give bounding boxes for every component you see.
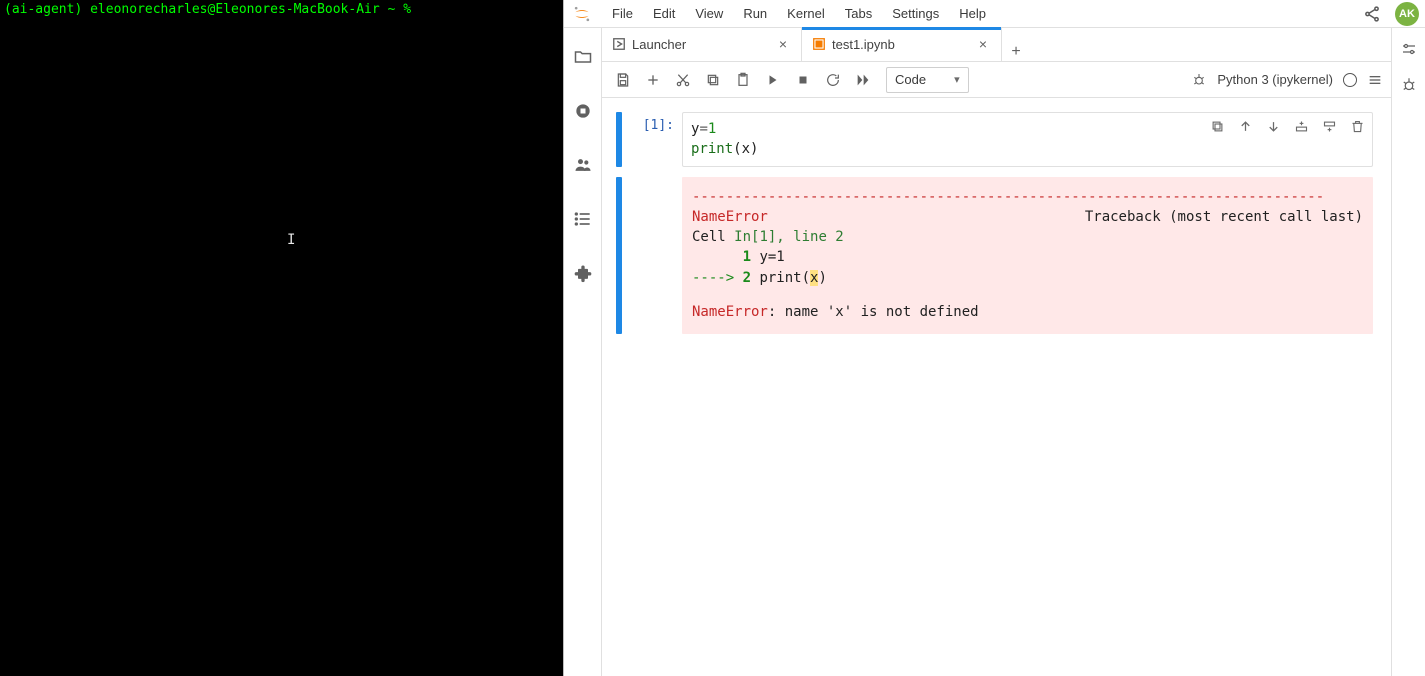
- menu-file[interactable]: File: [604, 3, 641, 24]
- jupyter-logo-icon[interactable]: [570, 2, 594, 26]
- interrupt-button[interactable]: [790, 67, 816, 93]
- toc-icon[interactable]: [572, 208, 594, 230]
- paste-button[interactable]: [730, 67, 756, 93]
- insert-below-icon[interactable]: [1320, 117, 1338, 135]
- delete-cell-icon[interactable]: [1348, 117, 1366, 135]
- tb-lineno: 2: [743, 270, 751, 286]
- code-token: (x): [733, 141, 758, 157]
- jupyter-app: File Edit View Run Kernel Tabs Settings …: [563, 0, 1425, 676]
- menu-kernel[interactable]: Kernel: [779, 3, 833, 24]
- insert-above-icon[interactable]: [1292, 117, 1310, 135]
- tb-lineno: 1: [743, 249, 751, 265]
- traceback-divider: ----------------------------------------…: [692, 187, 1363, 207]
- property-inspector-icon[interactable]: [1398, 38, 1420, 60]
- cell-gutter: [616, 177, 622, 335]
- copy-button[interactable]: [700, 67, 726, 93]
- execution-prompt: [1]:: [626, 112, 682, 167]
- left-activity-bar: [564, 28, 602, 676]
- restart-run-all-button[interactable]: [850, 67, 876, 93]
- tab-close-icon[interactable]: ×: [775, 36, 791, 52]
- tb-arrow: ---->: [692, 270, 743, 286]
- error-final-name: NameError: [692, 304, 768, 320]
- output-cell: ----------------------------------------…: [616, 177, 1373, 335]
- terminal-prompt-line: (ai-agent) eleonorecharles@Eleonores-Mac…: [4, 2, 559, 17]
- menubar: File Edit View Run Kernel Tabs Settings …: [564, 0, 1425, 28]
- insert-cell-button[interactable]: [640, 67, 666, 93]
- error-output: ----------------------------------------…: [682, 177, 1373, 335]
- debugger-panel-icon[interactable]: [1398, 74, 1420, 96]
- cut-button[interactable]: [670, 67, 696, 93]
- terminal-prompt-symbol: %: [403, 2, 411, 17]
- notebook-panel[interactable]: [1]:: [602, 98, 1391, 676]
- cell-type-value: Code: [895, 72, 926, 87]
- extensions-icon[interactable]: [572, 262, 594, 284]
- tab-test1-ipynb[interactable]: test1.ipynb ×: [802, 27, 1002, 61]
- running-icon[interactable]: [572, 100, 594, 122]
- tab-bar: Launcher × test1.ipynb × +: [602, 28, 1391, 62]
- menu-edit[interactable]: Edit: [645, 3, 683, 24]
- tb-line-body: ): [818, 270, 826, 286]
- text-cursor-icon: I: [287, 232, 295, 248]
- code-editor[interactable]: y=1 print(x): [682, 112, 1373, 167]
- cell-loc: In[1], line 2: [734, 229, 844, 245]
- tb-line-body: print(: [751, 270, 810, 286]
- move-down-icon[interactable]: [1264, 117, 1282, 135]
- notebook-tab-icon: [812, 37, 826, 51]
- debugger-icon[interactable]: [1191, 72, 1207, 88]
- code-token: print: [691, 141, 733, 157]
- launcher-tab-icon: [612, 37, 626, 51]
- kernel-name[interactable]: Python 3 (ipykernel): [1217, 72, 1333, 87]
- code-token: 1: [708, 121, 716, 137]
- menu-help[interactable]: Help: [951, 3, 994, 24]
- cell-gutter: [616, 112, 622, 167]
- notebook-toolbar: Code ▾ Python 3 (ipykernel): [602, 62, 1391, 98]
- code-cell[interactable]: [1]:: [616, 112, 1373, 167]
- menu-tabs[interactable]: Tabs: [837, 3, 880, 24]
- menu-settings[interactable]: Settings: [884, 3, 947, 24]
- cell-type-select[interactable]: Code ▾: [886, 67, 969, 93]
- terminal-userhost: eleonorecharles@Eleonores-MacBook-Air ~: [82, 2, 403, 17]
- tab-label: Launcher: [632, 37, 686, 52]
- files-icon[interactable]: [572, 46, 594, 68]
- tab-close-icon[interactable]: ×: [975, 36, 991, 52]
- run-button[interactable]: [760, 67, 786, 93]
- traceback-label: Traceback (most recent call last): [1085, 207, 1363, 227]
- cell-loc-prefix: Cell: [692, 229, 734, 245]
- error-name: NameError: [692, 209, 768, 225]
- move-up-icon[interactable]: [1236, 117, 1254, 135]
- error-final-msg: : name 'x' is not defined: [768, 304, 979, 320]
- cell-action-bar: [1208, 117, 1366, 135]
- code-token: =: [699, 121, 707, 137]
- users-icon[interactable]: [572, 154, 594, 176]
- menu-run[interactable]: Run: [735, 3, 775, 24]
- tab-label: test1.ipynb: [832, 37, 895, 52]
- terminal-env: (ai-agent): [4, 2, 82, 17]
- duplicate-cell-icon[interactable]: [1208, 117, 1226, 135]
- share-icon[interactable]: [1363, 5, 1381, 23]
- switch-kernel-icon[interactable]: [1367, 72, 1383, 88]
- save-button[interactable]: [610, 67, 636, 93]
- kernel-status-icon[interactable]: [1343, 73, 1357, 87]
- restart-button[interactable]: [820, 67, 846, 93]
- tb-line-body: y=1: [751, 249, 785, 265]
- user-avatar[interactable]: AK: [1395, 2, 1419, 26]
- terminal-pane[interactable]: (ai-agent) eleonorecharles@Eleonores-Mac…: [0, 0, 563, 676]
- chevron-down-icon: ▾: [954, 73, 960, 86]
- new-tab-button[interactable]: +: [1002, 43, 1030, 61]
- property-inspector-rail: [1391, 28, 1425, 676]
- menu-view[interactable]: View: [687, 3, 731, 24]
- tab-launcher[interactable]: Launcher ×: [602, 27, 802, 61]
- main-area: Launcher × test1.ipynb × +: [602, 28, 1391, 676]
